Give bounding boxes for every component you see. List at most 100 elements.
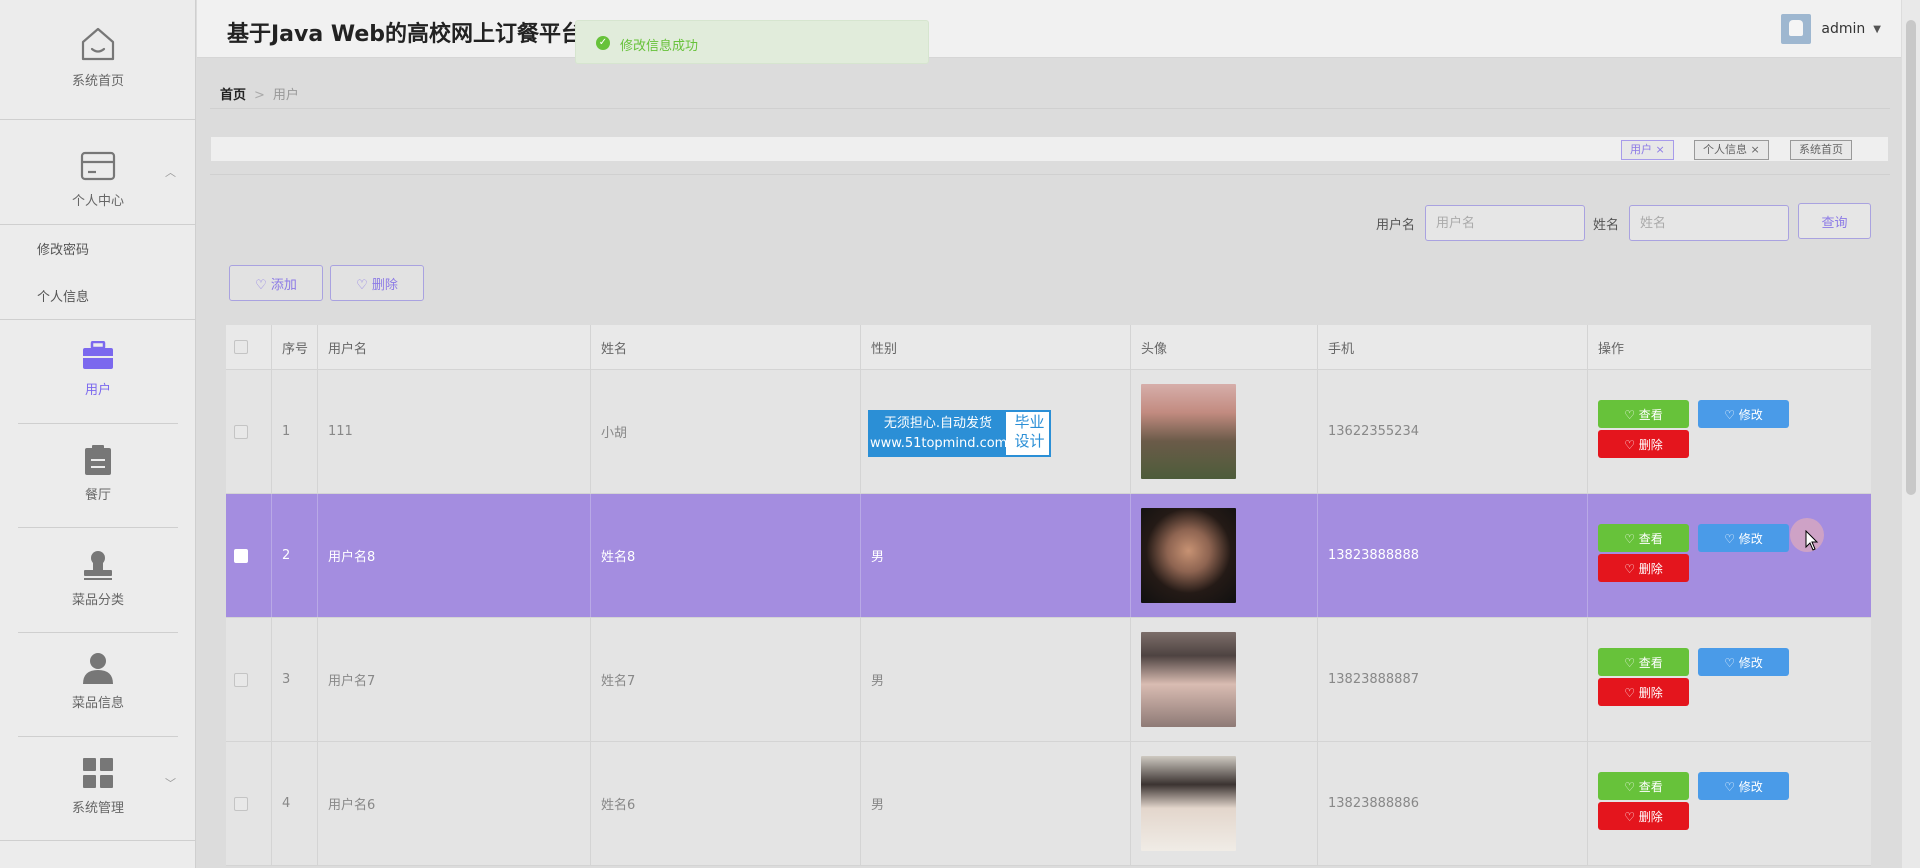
- edit-button[interactable]: ♡ 修改: [1698, 524, 1789, 552]
- cell-index: 1: [272, 370, 318, 493]
- view-button[interactable]: ♡ 查看: [1598, 524, 1689, 552]
- header-name: 姓名: [591, 325, 861, 369]
- mouse-cursor-icon: [1805, 530, 1819, 551]
- view-button[interactable]: ♡ 查看: [1598, 400, 1689, 428]
- tag-personal-info[interactable]: 个人信息 ×: [1694, 140, 1769, 160]
- edit-button[interactable]: ♡ 修改: [1698, 400, 1789, 428]
- header-index: 序号: [272, 325, 318, 369]
- row-checkbox[interactable]: [234, 672, 248, 687]
- toast-message: 修改信息成功: [620, 39, 699, 54]
- sidebar-item-label: 菜品信息: [71, 696, 124, 711]
- divider: [18, 736, 178, 737]
- header-username: 用户名: [318, 325, 591, 369]
- tag-users[interactable]: 用户 ×: [1621, 140, 1674, 160]
- cell-gender: 男: [861, 742, 1131, 865]
- query-button[interactable]: 查询: [1798, 203, 1871, 239]
- sidebar-item-label: 系统首页: [71, 74, 124, 89]
- row-select-cell: [226, 742, 272, 865]
- sidebar-item-label: 系统管理: [71, 801, 124, 816]
- header: 基于Java Web的高校网上订餐平台设计与实现 admin ▼: [197, 0, 1901, 58]
- cell-avatar: [1131, 618, 1318, 741]
- edit-button[interactable]: ♡ 修改: [1698, 648, 1789, 676]
- row-checkbox[interactable]: [234, 548, 248, 563]
- sidebar-item-personal-center[interactable]: 个人中心 ︿: [0, 150, 196, 209]
- table-header-row: 序号 用户名 姓名 性别 头像 手机 操作: [226, 325, 1871, 370]
- cell-username: 用户名7: [318, 618, 591, 741]
- row-checkbox[interactable]: [234, 424, 248, 439]
- avatar: [1781, 14, 1812, 44]
- name-label: 姓名: [1593, 218, 1620, 233]
- sidebar-item-restaurant[interactable]: 餐厅: [0, 444, 196, 503]
- row-select-cell: [226, 494, 272, 617]
- cell-name: 姓名8: [591, 494, 861, 617]
- cell-avatar: [1131, 370, 1318, 493]
- divider: [0, 119, 196, 120]
- batch-delete-button[interactable]: ♡ 删除: [330, 265, 424, 301]
- avatar-photo: [1141, 756, 1236, 851]
- user-menu[interactable]: admin ▼: [1781, 14, 1881, 44]
- cell-phone: 13823888887: [1318, 618, 1588, 741]
- chevron-up-icon: ︿: [165, 166, 176, 179]
- cell-operations: ♡ 查看 ♡ 修改 ♡ 删除: [1588, 494, 1871, 617]
- divider: [210, 108, 1890, 109]
- briefcase-icon: [83, 341, 113, 369]
- cell-gender: 男: [861, 618, 1131, 741]
- cell-phone: 13823888886: [1318, 742, 1588, 865]
- table-row: 2 用户名8 姓名8 男 13823888888 ♡ 查看 ♡ 修改 ♡ 删除: [226, 494, 1871, 618]
- breadcrumb-home[interactable]: 首页: [220, 88, 246, 103]
- avatar-photo: [1141, 384, 1236, 479]
- sidebar-item-dish-info[interactable]: 菜品信息: [0, 652, 196, 711]
- cell-index: 2: [272, 494, 318, 617]
- scrollbar-thumb[interactable]: [1906, 20, 1916, 495]
- cell-gender: 男: [861, 494, 1131, 617]
- table-row: 3 用户名7 姓名7 男 13823888887 ♡ 查看 ♡ 修改 ♡ 删除: [226, 618, 1871, 742]
- delete-button[interactable]: ♡ 删除: [1598, 802, 1689, 830]
- sidebar-subitem-change-password[interactable]: 修改密码: [37, 239, 89, 258]
- username-label: 用户名: [1376, 218, 1416, 233]
- divider: [0, 840, 196, 841]
- watermark-line1: 无须担心.自动发货: [883, 416, 993, 431]
- delete-button[interactable]: ♡ 删除: [1598, 678, 1689, 706]
- add-button[interactable]: ♡ 添加: [229, 265, 323, 301]
- user-name: admin: [1821, 21, 1866, 37]
- clipboard-icon: [85, 445, 111, 475]
- view-button[interactable]: ♡ 查看: [1598, 772, 1689, 800]
- sidebar-item-label: 个人中心: [71, 194, 124, 209]
- view-button[interactable]: ♡ 查看: [1598, 648, 1689, 676]
- cell-username: 用户名8: [318, 494, 591, 617]
- cell-avatar: [1131, 494, 1318, 617]
- breadcrumb: 首页 > 用户: [220, 84, 299, 103]
- divider: [0, 224, 196, 225]
- cell-phone: 13823888888: [1318, 494, 1588, 617]
- user-icon: [83, 653, 113, 684]
- sidebar-item-home[interactable]: 系统首页: [0, 26, 196, 89]
- divider: [210, 174, 1890, 175]
- row-checkbox[interactable]: [234, 796, 248, 811]
- stamp-icon: [84, 551, 112, 580]
- delete-button[interactable]: ♡ 删除: [1598, 554, 1689, 582]
- success-toast: ✓ 修改信息成功: [575, 20, 929, 64]
- avatar-photo: [1141, 508, 1236, 603]
- avatar-photo: [1141, 632, 1236, 727]
- page-scrollbar[interactable]: [1902, 0, 1920, 868]
- sidebar-item-dish-category[interactable]: 菜品分类: [0, 549, 196, 608]
- tag-home[interactable]: 系统首页: [1790, 140, 1852, 160]
- row-select-cell: [226, 618, 272, 741]
- home-icon: [81, 27, 115, 61]
- username-search-input[interactable]: [1425, 205, 1585, 241]
- divider: [0, 319, 196, 320]
- sidebar-subitem-personal-info[interactable]: 个人信息: [37, 286, 89, 305]
- watermark-line2: www.51topmind.com: [870, 436, 1008, 451]
- edit-button[interactable]: ♡ 修改: [1698, 772, 1789, 800]
- table-row: 4 用户名6 姓名6 男 13823888886 ♡ 查看 ♡ 修改 ♡ 删除: [226, 742, 1871, 866]
- wallet-icon: [80, 151, 116, 181]
- select-all-checkbox[interactable]: [234, 340, 248, 354]
- cell-name: 姓名6: [591, 742, 861, 865]
- name-search-input[interactable]: [1629, 205, 1789, 241]
- cell-index: 4: [272, 742, 318, 865]
- sidebar-item-users[interactable]: 用户: [0, 341, 196, 398]
- sidebar-item-system-manage[interactable]: 系统管理 ﹀: [0, 757, 196, 816]
- delete-button[interactable]: ♡ 删除: [1598, 430, 1689, 458]
- header-avatar: 头像: [1131, 325, 1318, 369]
- select-all-cell: [226, 325, 272, 369]
